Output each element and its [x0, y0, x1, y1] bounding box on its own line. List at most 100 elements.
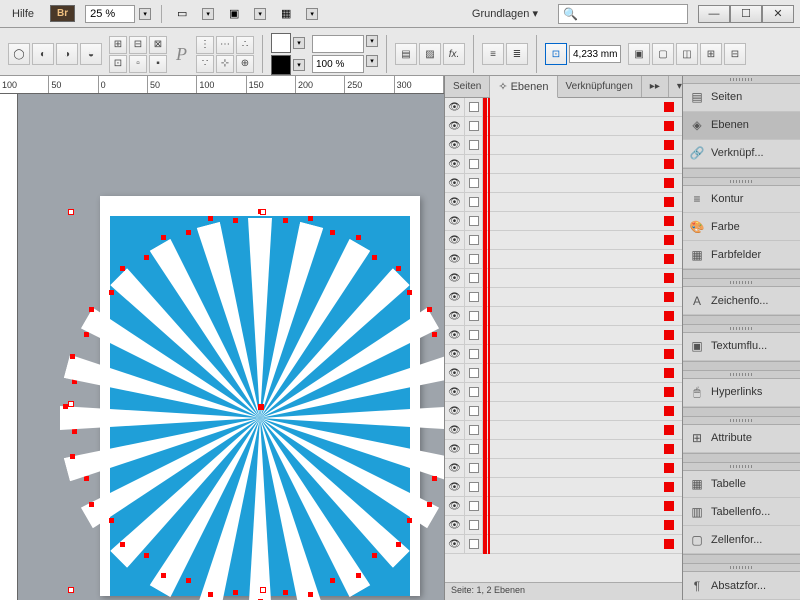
selection-square[interactable] [664, 349, 674, 359]
lock-toggle[interactable] [465, 535, 483, 554]
align-icon[interactable]: ⊟ [129, 36, 147, 54]
grip-icon[interactable] [683, 463, 800, 471]
selection-square[interactable] [664, 368, 674, 378]
visibility-icon[interactable]: 👁 [445, 535, 465, 554]
layer-row[interactable]: 👁 [445, 459, 682, 478]
layer-row[interactable]: 👁 [445, 383, 682, 402]
panel-collapse[interactable]: ▸▸ [642, 76, 669, 97]
search-input[interactable]: 🔍 [558, 4, 688, 24]
distribute-icon[interactable]: ⊕ [236, 55, 254, 73]
lock-toggle[interactable] [465, 174, 483, 193]
visibility-icon[interactable]: 👁 [445, 478, 465, 497]
visibility-icon[interactable]: 👁 [445, 212, 465, 231]
visibility-icon[interactable]: 👁 [445, 155, 465, 174]
lock-toggle[interactable] [465, 326, 483, 345]
bridge-badge[interactable]: Br [50, 5, 75, 22]
grip-icon[interactable] [683, 564, 800, 572]
panel-attribute[interactable]: ⊞Attribute [683, 425, 800, 453]
selection-square[interactable] [664, 178, 674, 188]
visibility-icon[interactable]: 👁 [445, 326, 465, 345]
selection-square[interactable] [664, 292, 674, 302]
layer-row[interactable]: 👁 [445, 478, 682, 497]
visibility-icon[interactable]: 👁 [445, 364, 465, 383]
lock-toggle[interactable] [465, 231, 483, 250]
selection-square[interactable] [664, 406, 674, 416]
chevron-down-icon[interactable]: ▾ [366, 55, 378, 67]
stroke-swatch[interactable] [271, 55, 291, 75]
help-menu[interactable]: Hilfe [6, 5, 40, 23]
panel-farbe[interactable]: 🎨Farbe [683, 213, 800, 241]
lock-toggle[interactable] [465, 383, 483, 402]
lock-toggle[interactable] [465, 288, 483, 307]
panel-farbfelder[interactable]: ▦Farbfelder [683, 241, 800, 269]
lock-toggle[interactable] [465, 193, 483, 212]
fit-icon[interactable]: ▢ [652, 43, 674, 65]
grip-icon[interactable] [683, 178, 800, 186]
layer-row[interactable]: 👁 [445, 421, 682, 440]
fill-swatch[interactable] [271, 33, 291, 53]
panel-ebenen[interactable]: ◈Ebenen [683, 112, 800, 140]
visibility-icon[interactable]: 👁 [445, 288, 465, 307]
wrap-icon[interactable]: ≡ [482, 43, 504, 65]
align-icon[interactable]: ▫ [129, 55, 147, 73]
layers-list[interactable]: 👁👁👁👁👁👁👁👁👁👁👁👁👁👁👁👁👁👁👁👁👁👁👁👁 [445, 98, 682, 582]
selection-square[interactable] [664, 387, 674, 397]
visibility-icon[interactable]: 👁 [445, 383, 465, 402]
selection-square[interactable] [664, 254, 674, 264]
selection-square[interactable] [664, 425, 674, 435]
visibility-icon[interactable]: 👁 [445, 117, 465, 136]
lock-toggle[interactable] [465, 402, 483, 421]
effects-icon[interactable]: ▨ [419, 43, 441, 65]
selection-square[interactable] [664, 444, 674, 454]
panel-hyperlinks[interactable]: 🖱Hyperlinks [683, 379, 800, 407]
grip-icon[interactable] [683, 76, 800, 84]
chevron-down-icon[interactable]: ▾ [293, 59, 305, 71]
fx-icon[interactable]: fx. [443, 43, 465, 65]
grip-icon[interactable] [683, 325, 800, 333]
panel-tabellenfo[interactable]: ▥Tabellenfo... [683, 498, 800, 526]
visibility-icon[interactable]: 👁 [445, 421, 465, 440]
selection-square[interactable] [664, 121, 674, 131]
workspace-label[interactable]: Grundlagen ▾ [462, 5, 548, 22]
layer-row[interactable]: 👁 [445, 212, 682, 231]
canvas[interactable]: 10050050100150200250300 [0, 76, 444, 600]
layer-row[interactable]: 👁 [445, 364, 682, 383]
selection-square[interactable] [664, 273, 674, 283]
minimize-button[interactable]: — [698, 5, 730, 23]
layer-row[interactable]: 👁 [445, 535, 682, 554]
fit-icon[interactable]: ⊟ [724, 43, 746, 65]
fit-icon[interactable]: ▣ [628, 43, 650, 65]
selection-square[interactable] [664, 159, 674, 169]
chevron-down-icon[interactable]: ▾ [254, 8, 266, 20]
layer-row[interactable]: 👁 [445, 440, 682, 459]
panel-zeichen[interactable]: AZeichenfo... [683, 287, 800, 315]
panel-verknuepf[interactable]: 🔗Verknüpf... [683, 140, 800, 168]
layer-row[interactable]: 👁 [445, 345, 682, 364]
lock-toggle[interactable] [465, 155, 483, 174]
selection-square[interactable] [664, 539, 674, 549]
measure-input[interactable] [569, 45, 621, 63]
chevron-down-icon[interactable]: ▾ [293, 37, 305, 49]
layer-row[interactable]: 👁 [445, 174, 682, 193]
screen-mode-icon[interactable]: ▣ [224, 4, 244, 24]
zoom-combo[interactable]: ▾ [85, 5, 151, 23]
visibility-icon[interactable]: 👁 [445, 440, 465, 459]
opacity-input[interactable] [312, 55, 364, 73]
selection-square[interactable] [664, 330, 674, 340]
selection-square[interactable] [664, 482, 674, 492]
layer-row[interactable]: 👁 [445, 98, 682, 117]
panel-kontur[interactable]: ≡Kontur [683, 186, 800, 214]
fit-icon[interactable]: ◫ [676, 43, 698, 65]
view-options-icon[interactable]: ▭ [172, 4, 192, 24]
layer-row[interactable]: 👁 [445, 117, 682, 136]
stroke-style[interactable] [312, 35, 364, 53]
layer-row[interactable]: 👁 [445, 497, 682, 516]
lock-toggle[interactable] [465, 364, 483, 383]
fit-icon[interactable]: ⊞ [700, 43, 722, 65]
visibility-icon[interactable]: 👁 [445, 193, 465, 212]
layer-row[interactable]: 👁 [445, 288, 682, 307]
tab-verknuepfungen[interactable]: Verknüpfungen [558, 76, 642, 97]
panel-textumflu[interactable]: ▣Textumflu... [683, 333, 800, 361]
panel-zellenfo[interactable]: ▢Zellenfor... [683, 526, 800, 554]
char-panel-icon[interactable]: P [172, 44, 191, 65]
